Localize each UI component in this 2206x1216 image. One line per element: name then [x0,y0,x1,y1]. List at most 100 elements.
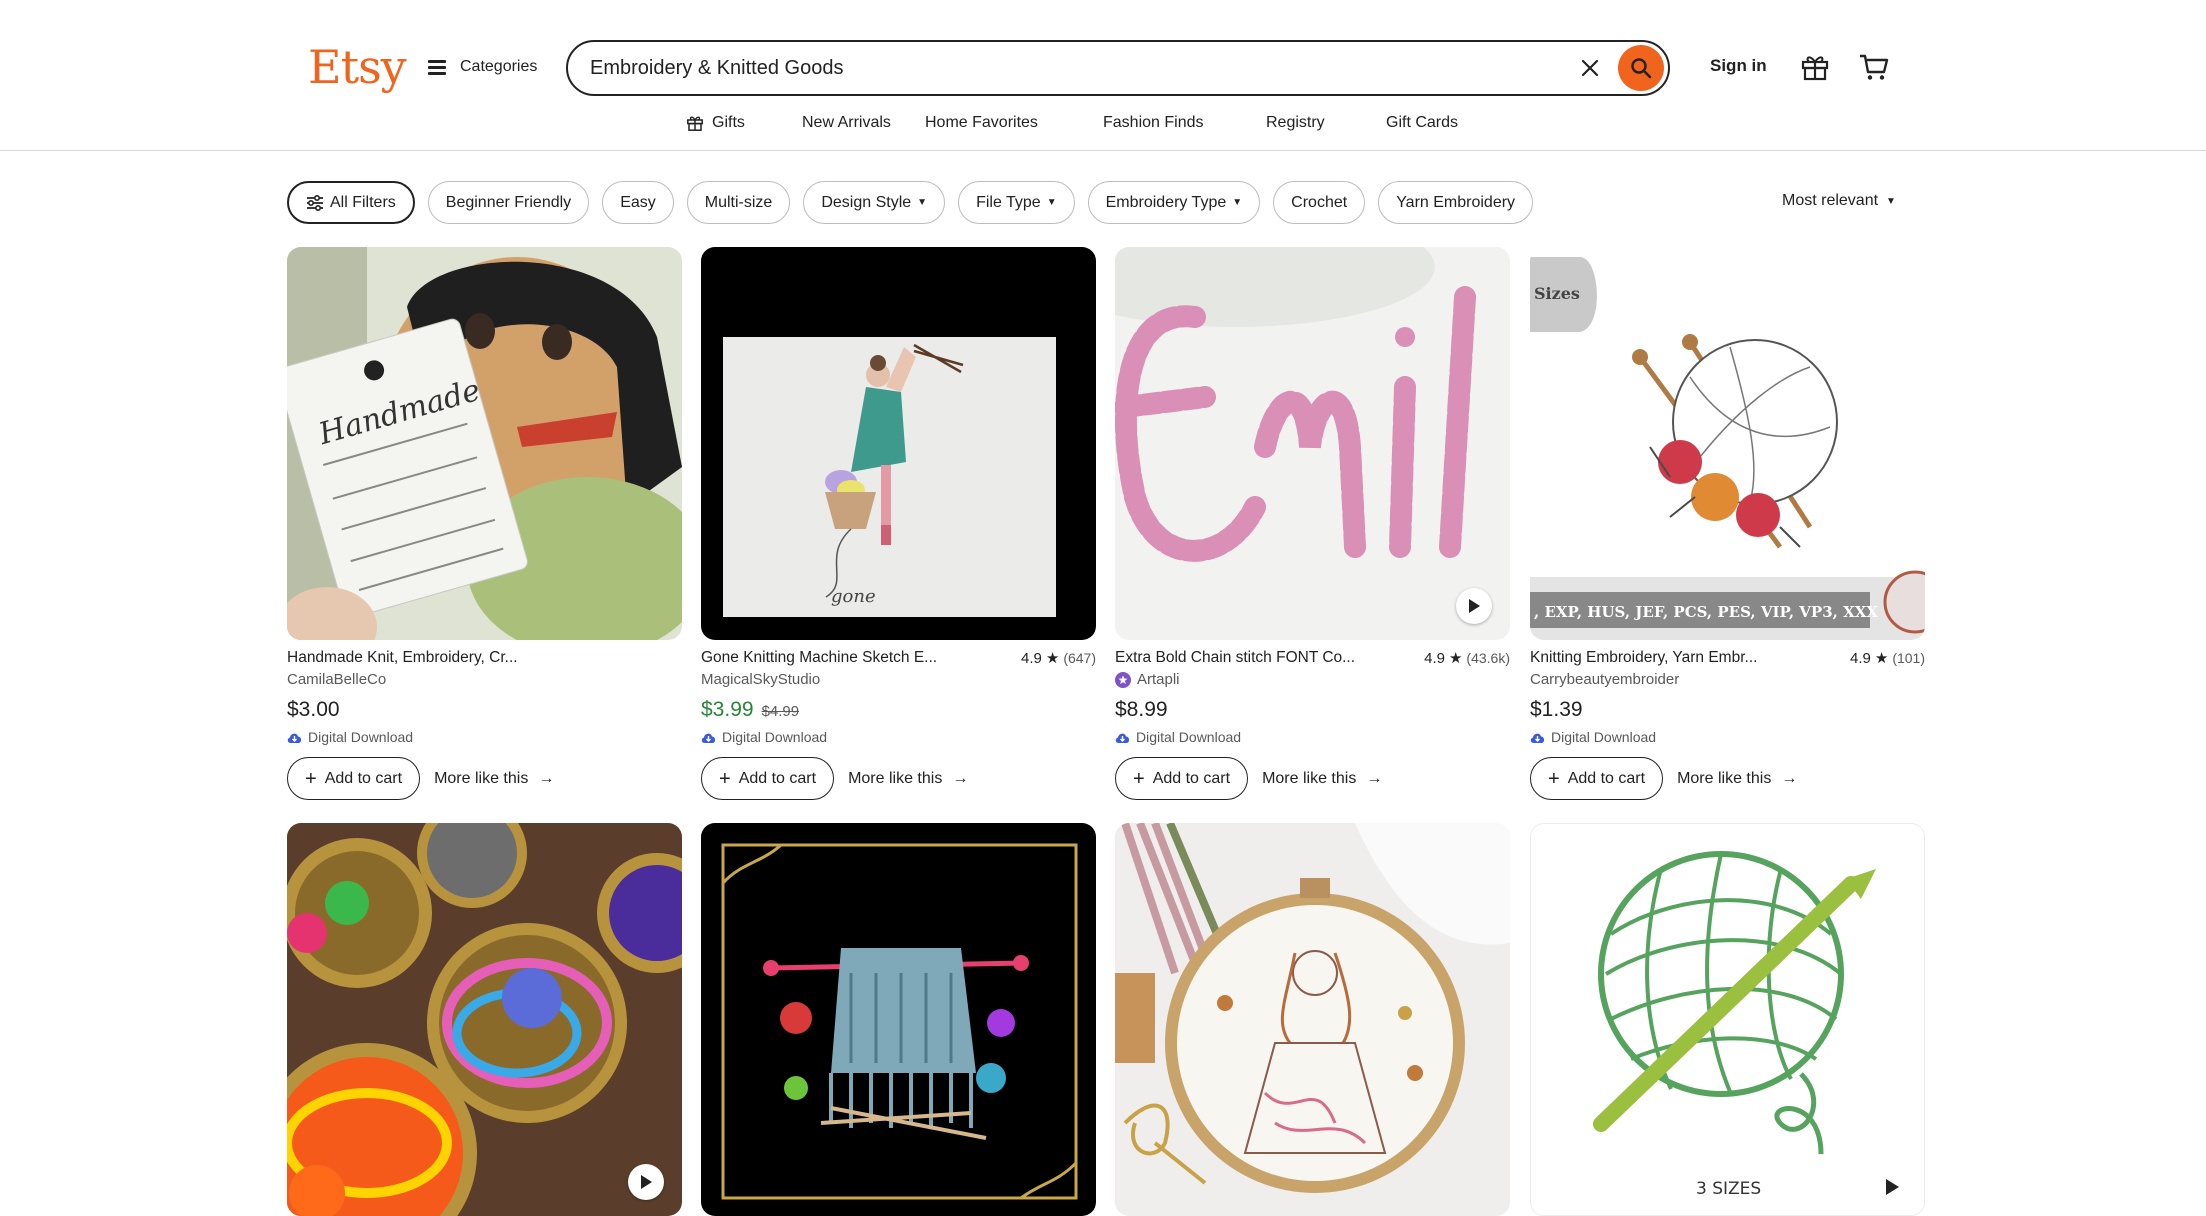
add-to-cart-button[interactable]: + Add to cart [701,757,835,800]
more-like-this-label: More like this [848,769,943,787]
clear-search-icon[interactable] [1568,46,1612,90]
listing-card[interactable]: 3 SIZES [1530,823,1925,1216]
shop-label: Artapli [1137,671,1180,688]
etsy-logo[interactable]: Etsy [308,36,407,98]
download-label: Digital Download [1551,729,1657,745]
filter-multi-size[interactable]: Multi-size [686,181,791,224]
nav-registry[interactable]: Registry [1266,110,1386,136]
nav-home-favorites[interactable]: Home Favorites [925,110,1103,136]
filter-design-style[interactable]: Design Style ▼ [803,181,946,224]
add-to-cart-label: Add to cart [1152,769,1231,787]
listing-image[interactable] [701,823,1096,1216]
play-icon [641,1175,652,1189]
add-to-cart-button[interactable]: + Add to cart [1530,757,1664,800]
filter-embroidery-type[interactable]: Embroidery Type ▼ [1087,181,1261,224]
digital-download: Digital Download [701,729,1096,745]
arrow-right-icon: → [538,769,555,787]
more-like-this-link[interactable]: More like this → [1677,770,1797,788]
listing-price: $3.99 $4.99 [701,698,1096,722]
categories-button[interactable]: Categories [428,52,537,82]
filter-sliders-icon [307,194,323,211]
filter-beginner-friendly[interactable]: Beginner Friendly [427,181,590,224]
add-to-cart-label: Add to cart [324,769,403,787]
listing-price: $1.39 [1530,698,1583,721]
digital-download: Digital Download [287,729,682,745]
gift-icon[interactable] [1800,52,1830,82]
listing-card[interactable] [287,823,682,1216]
digital-download: Digital Download [1530,729,1925,745]
listing-image[interactable]: 3 SIZES [1530,823,1925,1216]
filter-yarn-embroidery[interactable]: Yarn Embroidery [1378,181,1534,224]
shop-name[interactable]: Carrybeautyembroider [1530,671,1925,688]
listing-card[interactable] [1115,823,1510,1216]
formats-banner: , EXP, HUS, JEF, PCS, PES, VIP, VP3, XXX [1534,603,1878,621]
listing-card[interactable]: gone Gone Knitting Machine Sketch E... 4… [701,247,1096,800]
download-label: Digital Download [308,729,414,745]
add-to-cart-button[interactable]: + Add to cart [287,757,421,800]
filter-easy[interactable]: Easy [602,181,674,224]
more-like-this-link[interactable]: More like this → [1262,770,1382,788]
sort-dropdown[interactable]: Most relevant ▼ [1782,192,1896,210]
listing-card[interactable]: Sizes , EXP, HUS, JEF, PCS, PES, VIP, VP… [1530,247,1925,800]
sizes-label: 3 SIZES [1696,1179,1761,1199]
arrow-right-icon: → [952,769,969,787]
cart-icon[interactable] [1858,52,1890,82]
rating-value: 4.9 [1850,649,1871,667]
filter-bar: All Filters Beginner Friendly Easy Multi… [287,181,1534,224]
filter-file-type[interactable]: File Type ▼ [958,181,1075,224]
sign-in-link[interactable]: Sign in [1710,56,1767,76]
all-filters-button[interactable]: All Filters [287,181,415,224]
cloud-download-icon [701,733,716,743]
listing-card[interactable]: Handmade Handmade Knit, Embroidery, Cr..… [287,247,682,800]
nav-label: Gifts [712,114,745,131]
arrow-right-icon: → [1366,769,1383,787]
nav-new-arrivals[interactable]: New Arrivals [802,110,925,136]
listing-title[interactable]: Handmade Knit, Embroidery, Cr... [287,649,518,667]
more-like-this-label: More like this [434,769,529,787]
search-icon [1631,58,1652,79]
play-video-button[interactable] [628,1164,664,1200]
categories-label: Categories [460,58,538,75]
review-count: (43.6k) [1466,650,1510,666]
listing-image[interactable] [1115,823,1510,1216]
sale-price: $3.99 [701,698,754,721]
nav-fashion-finds[interactable]: Fashion Finds [1103,110,1266,136]
plus-icon: + [305,767,317,790]
play-icon [1469,599,1480,613]
menu-icon [428,59,448,75]
listing-card[interactable] [701,823,1096,1216]
listing-image[interactable]: Sizes , EXP, HUS, JEF, PCS, PES, VIP, VP… [1530,247,1925,640]
sketch-text: gone [831,586,876,607]
listing-image[interactable] [287,823,682,1216]
review-count: (101) [1892,650,1925,666]
more-like-this-label: More like this [1677,769,1772,787]
all-filters-label: All Filters [330,193,396,211]
listing-title[interactable]: Knitting Embroidery, Yarn Embr... [1530,649,1757,667]
filter-crochet[interactable]: Crochet [1273,181,1366,224]
shop-name[interactable]: CamilaBelleCo [287,671,682,688]
search-button[interactable] [1618,45,1664,91]
caret-down-icon: ▼ [917,197,928,208]
cloud-download-icon [287,733,302,743]
arrow-right-icon: → [1781,769,1798,787]
listing-title[interactable]: Gone Knitting Machine Sketch E... [701,649,937,667]
review-count: (647) [1063,650,1096,666]
add-to-cart-button[interactable]: + Add to cart [1115,757,1249,800]
image-badge: Sizes [1534,284,1580,303]
nav-gift-cards[interactable]: Gift Cards [1386,110,1458,136]
nav-gifts[interactable]: Gifts [686,110,808,136]
shop-name[interactable]: Artapli [1115,671,1510,688]
more-like-this-link[interactable]: More like this → [848,770,968,788]
listing-title[interactable]: Extra Bold Chain stitch FONT Co... [1115,649,1355,667]
play-video-button[interactable] [1456,588,1492,624]
add-to-cart-label: Add to cart [1567,769,1646,787]
listing-card[interactable]: Extra Bold Chain stitch FONT Co... 4.9 ★(… [1115,247,1510,800]
listing-image[interactable] [1115,247,1510,640]
more-like-this-link[interactable]: More like this → [434,770,554,788]
listing-price: $8.99 [1115,698,1168,721]
shop-name[interactable]: MagicalSkyStudio [701,671,1096,688]
listing-image[interactable]: gone [701,247,1096,640]
rating: 4.9 ★ (647) [1021,649,1096,668]
listing-image[interactable]: Handmade [287,247,682,640]
search-input[interactable] [590,56,1568,80]
